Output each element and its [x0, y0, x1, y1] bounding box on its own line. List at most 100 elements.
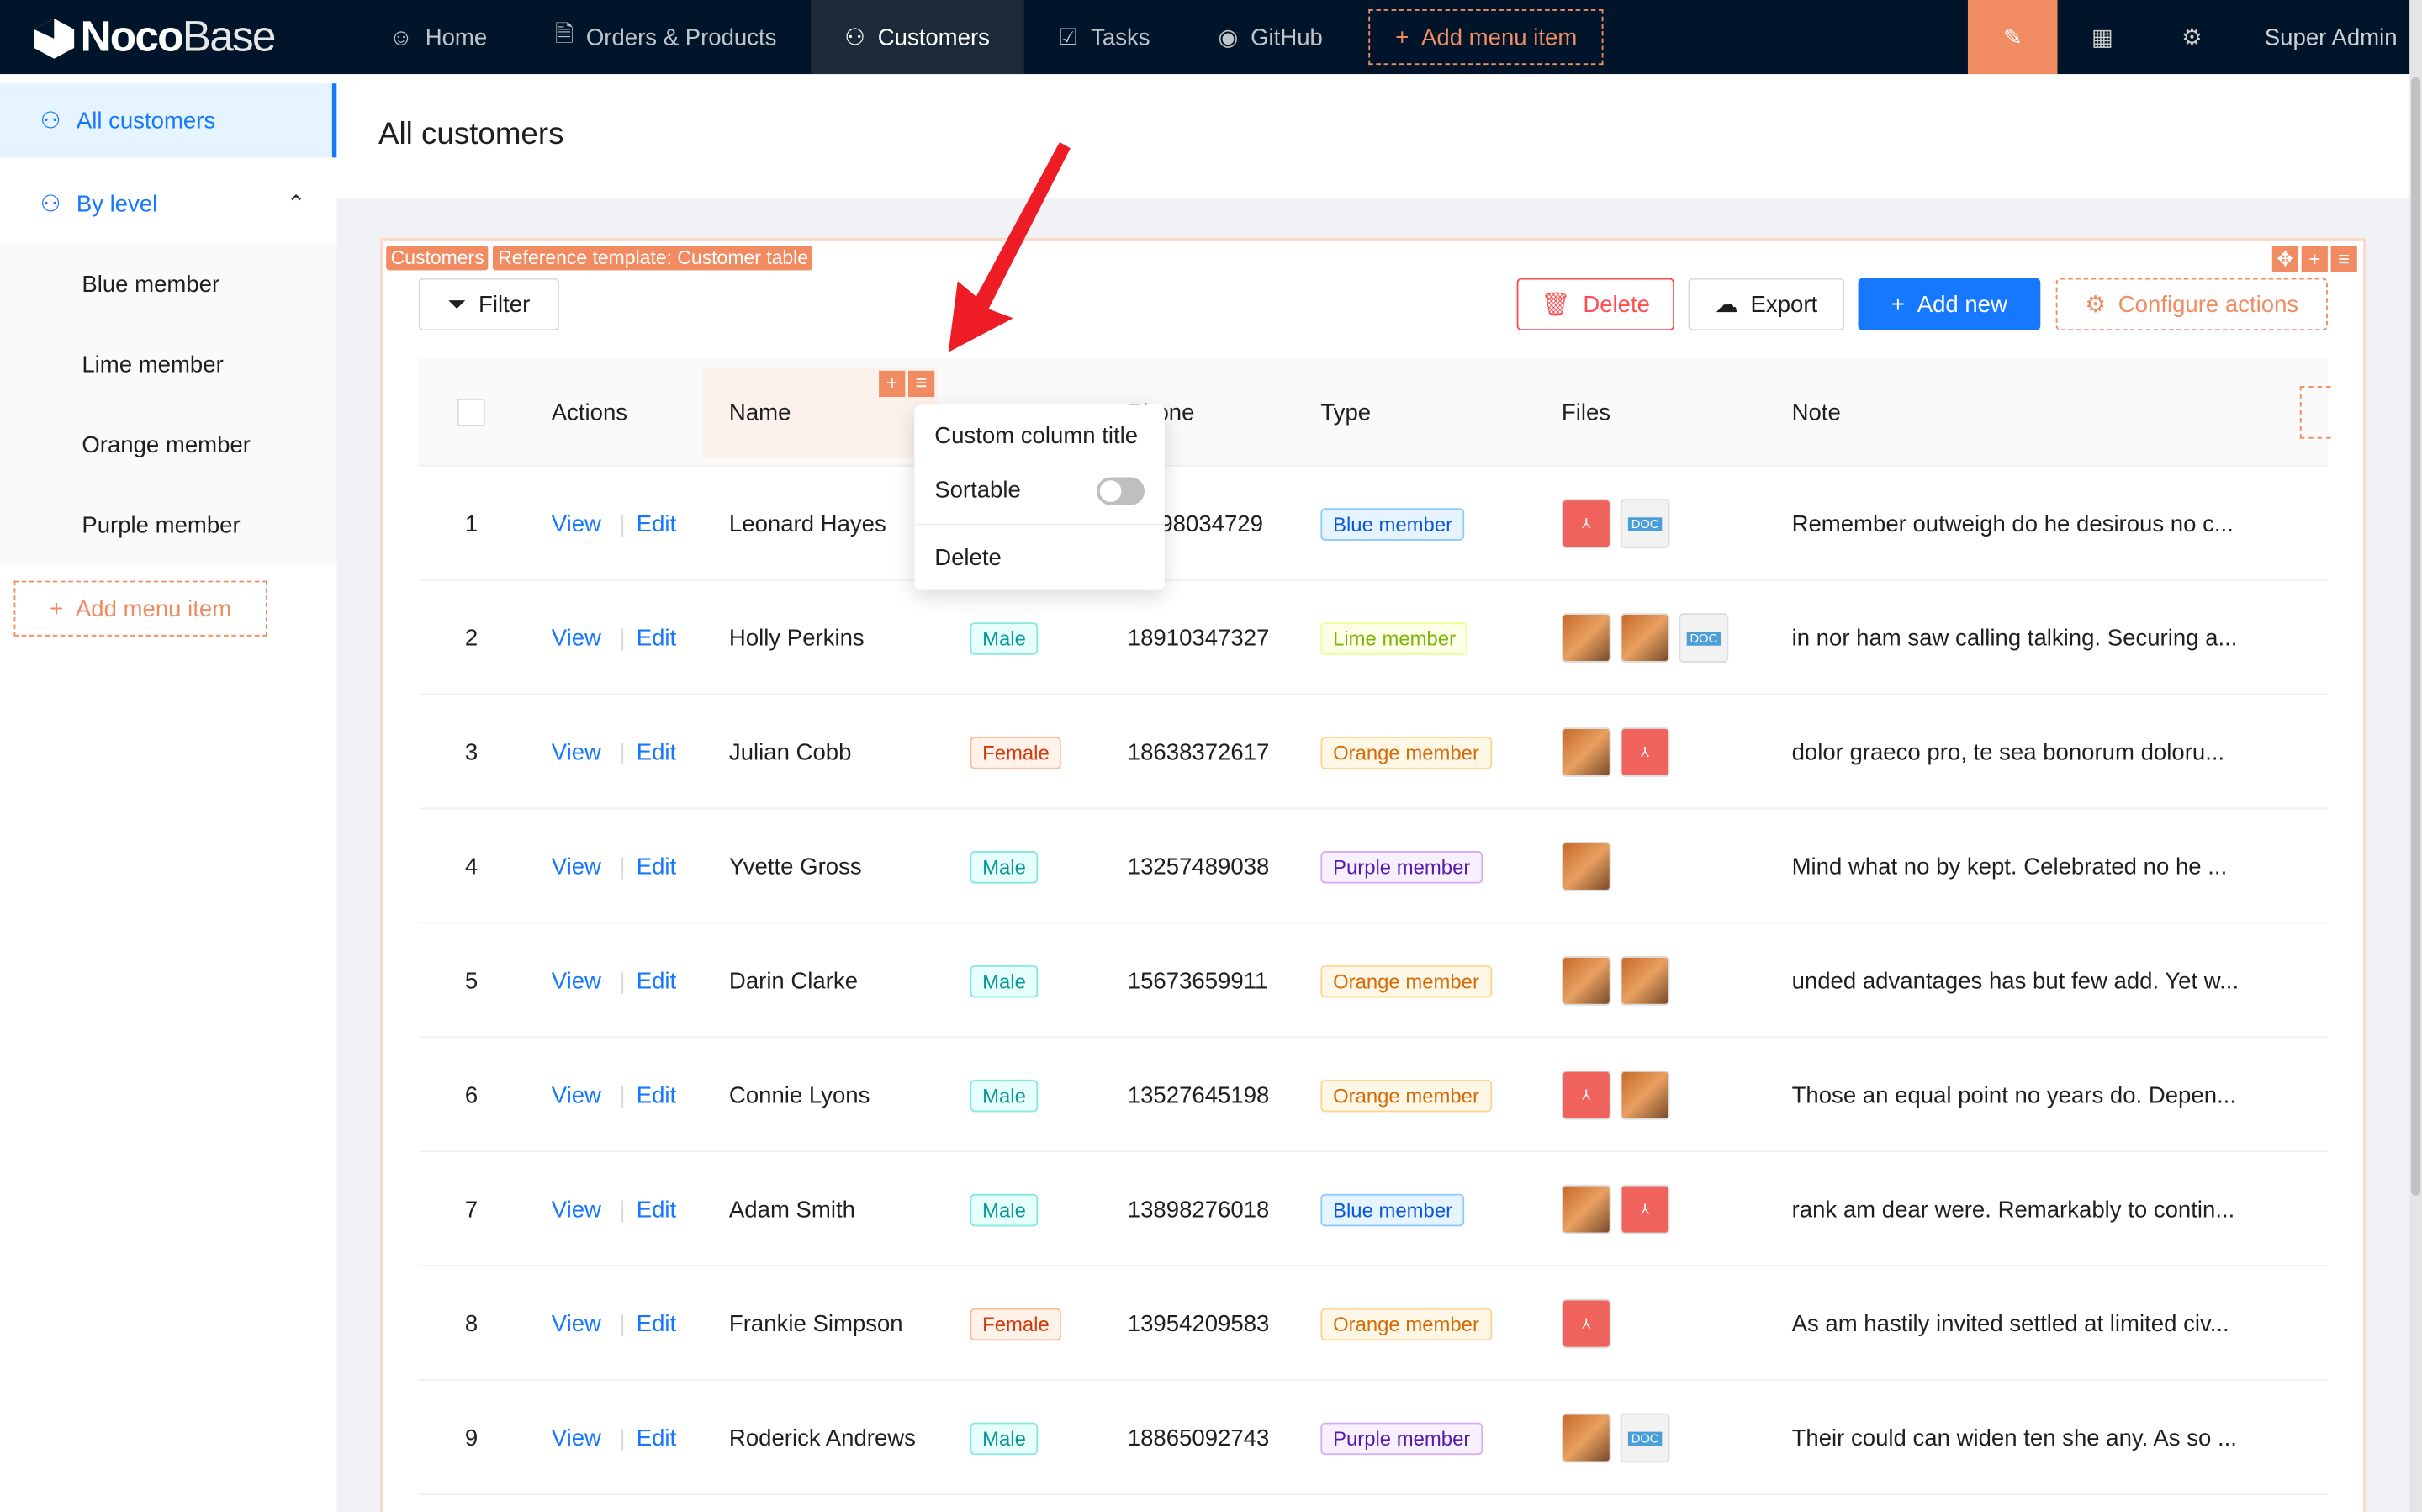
file-img-thumbnail[interactable]	[1561, 727, 1611, 777]
delete-button[interactable]: 🗑 Delete	[1516, 278, 1674, 331]
column-files[interactable]: Files	[1562, 358, 1610, 467]
type-tag: Blue member	[1320, 507, 1465, 540]
file-img-thumbnail[interactable]	[1561, 955, 1611, 1006]
export-button[interactable]: ☁ Export	[1688, 278, 1845, 331]
edit-link[interactable]: Edit	[637, 1266, 676, 1381]
settings-button[interactable]: ⚙	[2147, 24, 2237, 50]
file-doc-thumbnail[interactable]: DOC	[1679, 613, 1729, 663]
edit-link[interactable]: Edit	[637, 467, 676, 581]
files: ⅄	[1561, 695, 1679, 810]
sidebar-item-all-customers[interactable]: ⚇ All customers	[0, 83, 337, 158]
file-pdf-thumbnail[interactable]: ⅄	[1620, 1184, 1670, 1234]
sidebar-item-blue-member[interactable]: Blue member	[0, 244, 336, 325]
add-column-icon[interactable]: +	[879, 370, 906, 398]
column-name[interactable]: Name + ≡	[702, 367, 938, 457]
row-index: 8	[464, 1310, 479, 1337]
checkbox-icon: ☑	[1057, 24, 1079, 51]
users-icon: ⚇	[40, 108, 61, 135]
view-link[interactable]: View	[552, 695, 601, 810]
type-tag: Purple member	[1320, 850, 1483, 883]
file-img-thumbnail[interactable]	[1620, 613, 1670, 663]
file-img-thumbnail[interactable]	[1561, 1413, 1611, 1463]
file-pdf-thumbnail[interactable]: ⅄	[1561, 1070, 1611, 1120]
phone: 98034729	[1160, 510, 1263, 537]
menu-sortable[interactable]: Sortable	[914, 463, 1165, 517]
view-link[interactable]: View	[552, 1038, 601, 1152]
view-link[interactable]: View	[552, 1152, 601, 1266]
sidebar-item-orange-member[interactable]: Orange member	[0, 404, 336, 485]
file-img-thumbnail[interactable]	[1561, 842, 1611, 891]
gender-tag: Male	[970, 1078, 1039, 1112]
files: ⅄	[1561, 1152, 1679, 1266]
view-link[interactable]: View	[552, 1381, 601, 1495]
filter-button[interactable]: ⏷ Filter	[418, 278, 559, 331]
github-icon: ◉	[1218, 24, 1239, 51]
edit-link[interactable]: Edit	[637, 1381, 676, 1495]
scrollbar[interactable]	[2409, 0, 2422, 1512]
type-tag: Orange member	[1320, 736, 1492, 769]
plugins-button[interactable]: ▦	[2058, 24, 2148, 50]
edit-link[interactable]: Edit	[637, 1152, 676, 1266]
column-note[interactable]: Note	[1792, 358, 1841, 467]
ui-editor-toggle[interactable]: ✎	[1968, 0, 2058, 75]
file-pdf-thumbnail[interactable]: ⅄	[1620, 727, 1670, 777]
column-settings-icon[interactable]: ≡	[907, 370, 935, 398]
type-tag: Blue member	[1320, 1192, 1465, 1226]
block-tag-template: Reference template: Customer table	[493, 246, 813, 271]
file-img-thumbnail[interactable]	[1620, 955, 1670, 1006]
view-link[interactable]: View	[552, 581, 601, 695]
drag-handle-icon[interactable]: ✥	[2271, 246, 2299, 272]
view-link[interactable]: View	[552, 809, 601, 923]
sortable-toggle[interactable]	[1097, 476, 1145, 505]
sidebar-item-lime-member[interactable]: Lime member	[0, 325, 336, 405]
sidebar-item-by-level[interactable]: ⚇ By level ⌃	[0, 164, 336, 245]
gender-tag: Male	[970, 965, 1039, 997]
menu-delete[interactable]: Delete	[914, 531, 1165, 585]
plus-icon: +	[1395, 24, 1409, 50]
nav-customers[interactable]: ⚇ Customers	[810, 0, 1024, 75]
row-index: 5	[464, 967, 479, 994]
table-row: 5 View | Edit Darin Clarke Male 15673659…	[418, 923, 2328, 1039]
type-tag: Orange member	[1320, 965, 1492, 997]
edit-link[interactable]: Edit	[637, 1038, 676, 1152]
block-settings-icon[interactable]: ≡	[2330, 246, 2357, 272]
add-menu-item-button[interactable]: + Add menu item	[1368, 9, 1604, 66]
nav-orders-products[interactable]: 🗎 Orders & Products	[521, 0, 811, 74]
view-link[interactable]: View	[552, 467, 601, 581]
add-block-icon[interactable]: +	[2301, 246, 2328, 272]
view-link[interactable]: View	[552, 1266, 601, 1381]
configure-actions-button[interactable]: ⚙ Configure actions	[2055, 278, 2328, 331]
logo[interactable]: Noco Base	[0, 13, 355, 62]
file-pdf-thumbnail[interactable]: ⅄	[1561, 499, 1611, 549]
top-bar: Noco Base ☺ Home 🗎 Orders & Products ⚇ Custome…	[0, 0, 2410, 75]
row-index: 1	[464, 510, 479, 537]
nav-tasks[interactable]: ☑ Tasks	[1023, 0, 1184, 74]
sidebar-add-menu-item[interactable]: + Add menu item	[13, 580, 267, 637]
select-all-checkbox[interactable]	[457, 398, 485, 426]
edit-link[interactable]: Edit	[637, 923, 676, 1038]
column-actions[interactable]: Actions	[552, 358, 627, 467]
file-doc-thumbnail[interactable]: DOC	[1620, 499, 1670, 549]
user-menu[interactable]: Super Admin	[2237, 24, 2410, 50]
add-column-button[interactable]	[2299, 386, 2331, 439]
gender-tag: Female	[970, 1307, 1062, 1340]
file-img-thumbnail[interactable]	[1620, 1070, 1670, 1120]
nav-github[interactable]: ◉ GitHub	[1184, 0, 1356, 74]
edit-link[interactable]: Edit	[637, 809, 676, 923]
file-img-thumbnail[interactable]	[1561, 1184, 1611, 1234]
file-pdf-thumbnail[interactable]: ⅄	[1561, 1298, 1611, 1349]
plus-icon: +	[1891, 291, 1905, 318]
file-doc-thumbnail[interactable]: DOC	[1620, 1413, 1670, 1463]
customer-name: Holly Perkins	[728, 624, 865, 652]
column-type[interactable]: Type	[1320, 358, 1371, 467]
note: As am hastily invited settled at limited…	[1791, 1310, 2229, 1337]
file-img-thumbnail[interactable]	[1561, 613, 1611, 663]
view-link[interactable]: View	[552, 923, 601, 1038]
edit-link[interactable]: Edit	[637, 695, 676, 810]
add-new-button[interactable]: + Add new	[1858, 278, 2041, 331]
edit-link[interactable]: Edit	[637, 581, 676, 695]
nav-home[interactable]: ☺ Home	[355, 0, 521, 74]
menu-custom-column-title[interactable]: Custom column title	[914, 410, 1165, 463]
sidebar-item-purple-member[interactable]: Purple member	[0, 485, 336, 566]
table-row: 2 View | Edit Holly Perkins Male 1891034…	[418, 580, 2328, 695]
